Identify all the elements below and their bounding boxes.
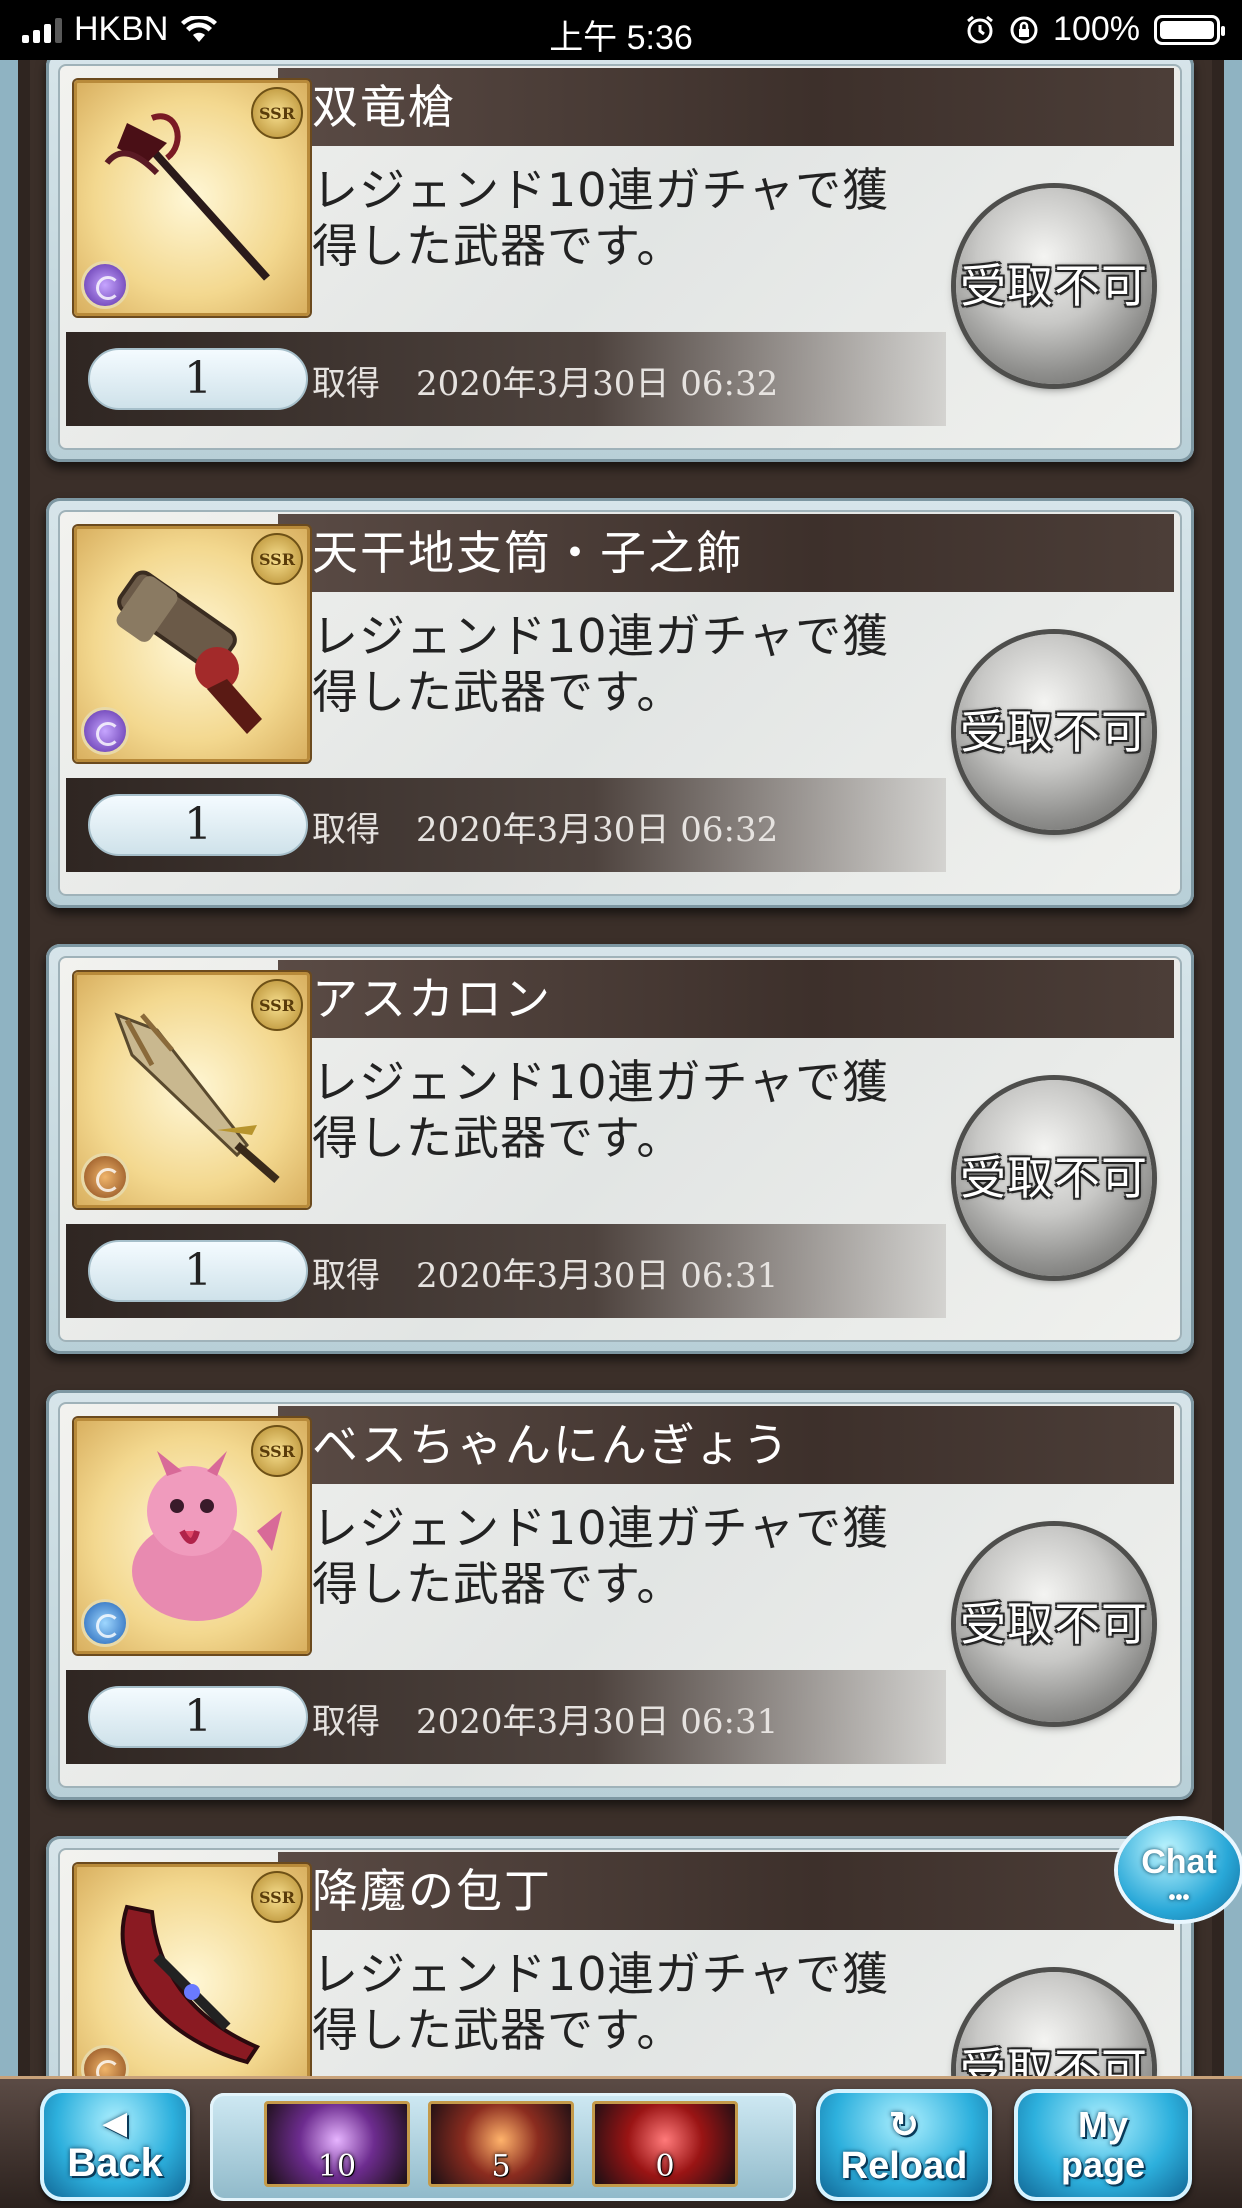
list-item: 双竜槍 SSR レジェンド10連ガチャで獲得した武器です。 1 取得 2020年3… [46, 60, 1194, 462]
dark-element-icon [81, 707, 129, 755]
back-arrow-icon: ◀ [103, 2107, 127, 2140]
acquired-label: 取得 [312, 1702, 380, 1742]
item-thumbnail: SSR [74, 1418, 310, 1654]
gift-list[interactable]: 双竜槍 SSR レジェンド10連ガチャで獲得した武器です。 1 取得 2020年3… [0, 60, 1242, 2208]
item-panel: 天干地支筒・子之飾 SSR レジェンド10連ガチャで獲得した武器です。 1 取得… [58, 510, 1182, 896]
quantity-pill: 1 [88, 348, 308, 410]
gacha-ticket[interactable]: 5 [428, 2101, 574, 2187]
acquired-info: 取得 2020年3月30日 06:31 [312, 1248, 778, 1297]
alarm-icon [967, 15, 993, 43]
mypage-button[interactable]: My page [1014, 2089, 1192, 2201]
earth-element-icon [81, 1153, 129, 1201]
ssr-badge: SSR [251, 533, 303, 585]
item-description: レジェンド10連ガチャで獲得した武器です。 [312, 163, 890, 273]
chat-label: Chat [1141, 1843, 1217, 1881]
item-thumbnail: SSR [74, 1864, 310, 2100]
quantity-pill: 1 [88, 794, 308, 856]
acquired-label: 取得 [312, 364, 380, 404]
reload-label: Reload [840, 2145, 968, 2187]
acquired-date: 2020年3月30日 06:31 [416, 1702, 779, 1742]
ticket-tray: 10 5 0 [210, 2093, 796, 2201]
back-label: Back [67, 2141, 163, 2185]
battery-icon [1154, 14, 1225, 45]
acquired-date: 2020年3月30日 06:32 [416, 810, 779, 850]
mypage-label-line2: page [1060, 2144, 1146, 2185]
item-description: レジェンド10連ガチャで獲得した武器です。 [312, 1501, 890, 1611]
gacha-ticket[interactable]: 0 [592, 2101, 738, 2187]
acquired-label: 取得 [312, 1256, 380, 1296]
acquired-info: 取得 2020年3月30日 06:31 [312, 1694, 778, 1743]
list-item: ベスちゃんにんぎょう SSR レジェンド10連ガチャで獲得した武器です。 1 取 [46, 1390, 1194, 1800]
status-right: 100% [965, 10, 1225, 49]
status-bar: HKBN 上午 5:36 100% [0, 0, 1242, 60]
item-thumbnail: SSR [74, 526, 310, 762]
claim-button[interactable]: 受取不可 [956, 1526, 1152, 1722]
item-panel: 双竜槍 SSR レジェンド10連ガチャで獲得した武器です。 1 取得 2020年3… [58, 64, 1182, 450]
ticket-count: 10 [317, 2149, 357, 2184]
item-name: ベスちゃんにんぎょう [312, 1418, 791, 1472]
dark-element-icon [81, 261, 129, 309]
acquired-info: 取得 2020年3月30日 06:32 [312, 802, 778, 851]
ssr-badge: SSR [251, 1425, 303, 1477]
item-name: 双竜槍 [312, 80, 456, 134]
quantity-pill: 1 [88, 1240, 308, 1302]
ssr-badge: SSR [251, 1871, 303, 1923]
back-button[interactable]: ◀ Back [40, 2089, 190, 2201]
ticket-count: 5 [491, 2149, 511, 2184]
quantity-pill: 1 [88, 1686, 308, 1748]
ssr-badge: SSR [251, 87, 303, 139]
item-thumbnail: SSR [74, 972, 310, 1208]
list-item: アスカロン SSR レジェンド10連ガチャで獲得した武器です。 1 取得 2020… [46, 944, 1194, 1354]
ticket-count: 0 [655, 2149, 675, 2184]
gacha-ticket[interactable]: 10 [264, 2101, 410, 2187]
item-description: レジェンド10連ガチャで獲得した武器です。 [312, 1055, 890, 1165]
chat-dots: ••• [1168, 1887, 1190, 1909]
item-name: 天干地支筒・子之飾 [312, 526, 744, 580]
acquired-info: 取得 2020年3月30日 06:32 [312, 356, 778, 405]
claim-button[interactable]: 受取不可 [956, 634, 1152, 830]
claim-button[interactable]: 受取不可 [956, 188, 1152, 384]
chat-button[interactable]: Chat ••• [1118, 1820, 1240, 1920]
ssr-badge: SSR [251, 979, 303, 1031]
list-item: 天干地支筒・子之飾 SSR レジェンド10連ガチャで獲得した武器です。 1 取得… [46, 498, 1194, 908]
reload-icon: ↻ [888, 2104, 920, 2145]
bottom-nav: ◀ Back 10 5 0 ↻ Reload My page [0, 2076, 1242, 2208]
reload-button[interactable]: ↻ Reload [816, 2089, 992, 2201]
claim-button[interactable]: 受取不可 [956, 1080, 1152, 1276]
battery-percent: 100% [1053, 10, 1140, 48]
item-panel: アスカロン SSR レジェンド10連ガチャで獲得した武器です。 1 取得 2020… [58, 956, 1182, 1342]
mypage-label-line1: My [1077, 2104, 1128, 2145]
item-description: レジェンド10連ガチャで獲得した武器です。 [312, 1947, 890, 2057]
item-description: レジェンド10連ガチャで獲得した武器です。 [312, 609, 890, 719]
water-element-icon [81, 1599, 129, 1647]
rotation-lock-icon [1010, 16, 1038, 43]
item-name: 降魔の包丁 [312, 1864, 552, 1918]
acquired-date: 2020年3月30日 06:32 [416, 364, 779, 404]
item-thumbnail: SSR [74, 80, 310, 316]
item-panel: ベスちゃんにんぎょう SSR レジェンド10連ガチャで獲得した武器です。 1 取 [58, 1402, 1182, 1788]
item-name: アスカロン [312, 972, 552, 1026]
acquired-date: 2020年3月30日 06:31 [416, 1256, 779, 1296]
acquired-label: 取得 [312, 810, 380, 850]
